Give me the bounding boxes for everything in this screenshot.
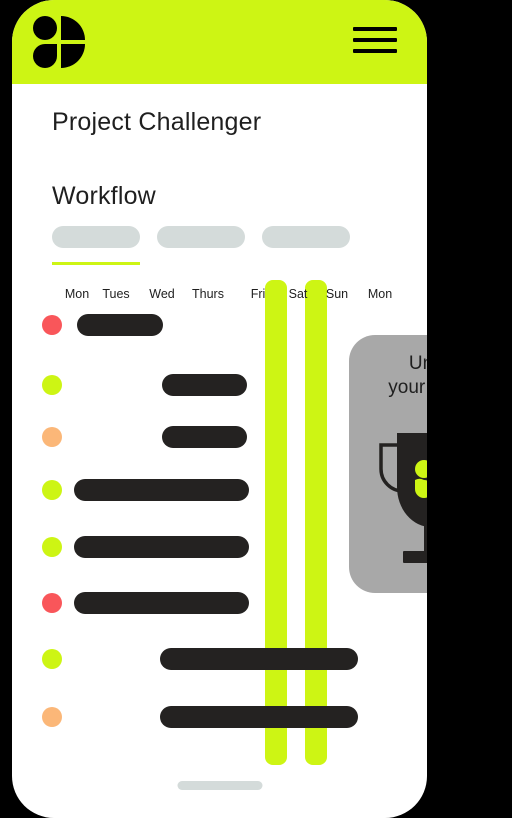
phone-frame: Project Challenger Workflow Mon Tues Wed Th… [12,0,427,818]
task-bar[interactable] [162,426,247,448]
status-dot[interactable] [42,427,62,447]
task-bar[interactable] [77,314,163,336]
timeline-row [12,705,427,729]
day-label-2[interactable]: Wed [142,287,182,301]
timeline-row [12,647,427,671]
status-dot[interactable] [42,315,62,335]
task-bar[interactable] [160,648,358,670]
day-label-0[interactable]: Mon [57,287,97,301]
unify-team-card[interactable]: Unify your team [349,335,427,593]
status-dot[interactable] [42,537,62,557]
status-dot[interactable] [42,707,62,727]
status-dot[interactable] [42,480,62,500]
day-label-4[interactable]: Fri [238,287,278,301]
highlight-column-sat [305,280,327,765]
card-title: Unify your team [349,352,427,400]
task-bar[interactable] [74,536,249,558]
task-bar[interactable] [162,374,247,396]
status-dot[interactable] [42,593,62,613]
status-dot[interactable] [42,375,62,395]
screenshot-stage: Project Challenger Workflow Mon Tues Wed Th… [0,0,512,818]
timeline-row [12,591,427,615]
task-bar[interactable] [74,592,249,614]
day-label-6[interactable]: Sun [317,287,357,301]
trophy-icon [379,433,427,563]
timeline-row [12,313,427,337]
card-title-line-1: Unify [408,353,427,374]
task-bar[interactable] [160,706,358,728]
day-label-1[interactable]: Tues [96,287,136,301]
home-indicator[interactable] [177,781,262,790]
day-label-7[interactable]: Mon [360,287,400,301]
card-title-line-2: your team [388,377,427,398]
status-dot[interactable] [42,649,62,669]
day-label-3[interactable]: Thurs [188,287,228,301]
day-label-5[interactable]: Sat [278,287,318,301]
task-bar[interactable] [74,479,249,501]
highlight-column-fri [265,280,287,765]
